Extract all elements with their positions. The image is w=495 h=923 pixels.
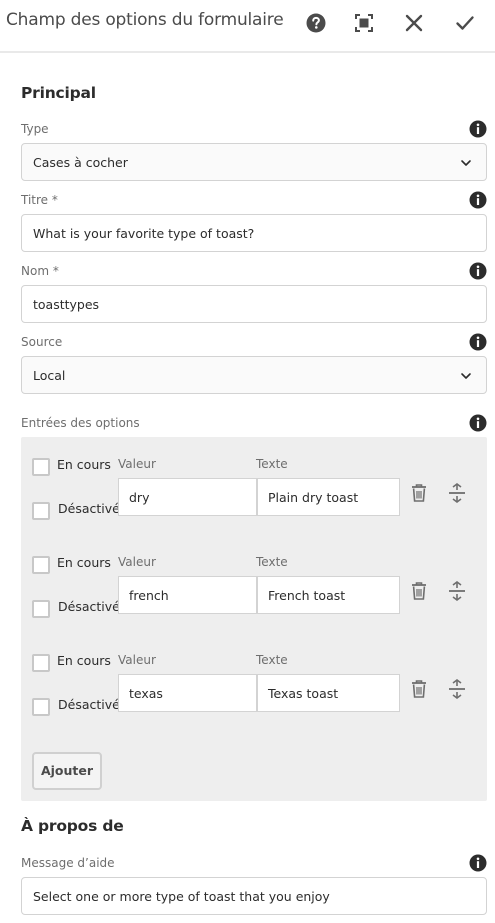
option-row: En cours Valeur Texte Désactivé texas Te… (21, 651, 487, 741)
reorder-handle[interactable] (446, 678, 468, 700)
info-icon[interactable] (469, 262, 487, 280)
info-icon[interactable] (469, 854, 487, 872)
delete-option-button[interactable] (408, 580, 430, 602)
section-heading-principal: Principal (21, 84, 96, 102)
option-text: Texas toast (268, 686, 339, 701)
info-icon[interactable] (469, 414, 487, 432)
add-option-button[interactable]: Ajouter (32, 752, 102, 790)
checkmark-icon (456, 16, 474, 30)
options-multifield: En cours Valeur Texte Désactivé dry Plai… (21, 437, 487, 801)
info-icon[interactable] (469, 333, 487, 351)
disabled-checkbox[interactable] (32, 698, 50, 716)
source-select-value: Local (33, 368, 66, 383)
drag-handle-icon (449, 483, 465, 503)
current-checkbox-label: En cours (57, 653, 111, 668)
dialog-title: Champ des options du formulaire (6, 10, 284, 30)
section-heading-about: À propos de (21, 817, 124, 835)
disabled-checkbox[interactable] (32, 502, 50, 520)
option-text: French toast (268, 588, 346, 603)
option-text: Plain dry toast (268, 490, 359, 505)
disabled-checkbox-label: Désactivé (58, 697, 120, 712)
help-message-value: Select one or more type of toast that yo… (33, 889, 330, 904)
option-value: french (129, 588, 169, 603)
type-select-value: Cases à cocher (33, 155, 128, 170)
chevron-down-icon (461, 160, 471, 166)
disabled-checkbox-label: Désactivé (58, 501, 120, 516)
drag-handle-icon (449, 581, 465, 601)
option-row: En cours Valeur Texte Désactivé french F… (21, 553, 487, 643)
type-label: Type (21, 122, 49, 136)
option-value-field[interactable]: dry (118, 478, 257, 516)
text-column-label: Texte (256, 555, 288, 569)
trash-icon (412, 680, 426, 698)
help-message-label: Message d’aide (21, 856, 115, 870)
fullscreen-button[interactable] (351, 10, 377, 36)
info-icon[interactable] (469, 191, 487, 209)
titre-field[interactable]: What is your favorite type of toast? (21, 214, 487, 252)
current-checkbox[interactable] (32, 654, 50, 672)
fullscreen-icon (355, 14, 373, 32)
type-select[interactable]: Cases à cocher (21, 143, 487, 181)
text-column-label: Texte (256, 457, 288, 471)
value-column-label: Valeur (118, 555, 156, 569)
disabled-checkbox-label: Désactivé (58, 599, 120, 614)
help-icon (306, 13, 326, 33)
option-text-field[interactable]: Texas toast (257, 674, 400, 712)
trash-icon (412, 582, 426, 600)
nom-value: toasttypes (33, 297, 100, 312)
options-label: Entrées des options (21, 416, 140, 430)
text-column-label: Texte (256, 653, 288, 667)
help-button[interactable] (303, 10, 329, 36)
done-button[interactable] (452, 10, 478, 36)
drag-handle-icon (449, 679, 465, 699)
option-value-field[interactable]: french (118, 576, 257, 614)
nom-field[interactable]: toasttypes (21, 285, 487, 323)
value-column-label: Valeur (118, 653, 156, 667)
info-icon[interactable] (469, 120, 487, 138)
source-select[interactable]: Local (21, 356, 487, 394)
source-label: Source (21, 335, 63, 349)
option-value: texas (129, 686, 163, 701)
current-checkbox[interactable] (32, 556, 50, 574)
option-row: En cours Valeur Texte Désactivé dry Plai… (21, 455, 487, 545)
option-text-field[interactable]: Plain dry toast (257, 478, 400, 516)
current-checkbox[interactable] (32, 458, 50, 476)
option-value: dry (129, 490, 150, 505)
titre-value: What is your favorite type of toast? (33, 226, 255, 241)
close-button[interactable] (401, 10, 427, 36)
trash-icon (412, 484, 426, 502)
delete-option-button[interactable] (408, 678, 430, 700)
close-icon (405, 14, 423, 32)
dialog-header: Champ des options du formulaire (0, 0, 495, 53)
option-value-field[interactable]: texas (118, 674, 257, 712)
titre-label: Titre * (21, 193, 58, 207)
reorder-handle[interactable] (446, 580, 468, 602)
reorder-handle[interactable] (446, 482, 468, 504)
value-column-label: Valeur (118, 457, 156, 471)
delete-option-button[interactable] (408, 482, 430, 504)
option-text-field[interactable]: French toast (257, 576, 400, 614)
chevron-down-icon (461, 373, 471, 379)
nom-label: Nom * (21, 264, 59, 278)
help-message-field[interactable]: Select one or more type of toast that yo… (21, 877, 487, 915)
disabled-checkbox[interactable] (32, 600, 50, 618)
current-checkbox-label: En cours (57, 457, 111, 472)
current-checkbox-label: En cours (57, 555, 111, 570)
